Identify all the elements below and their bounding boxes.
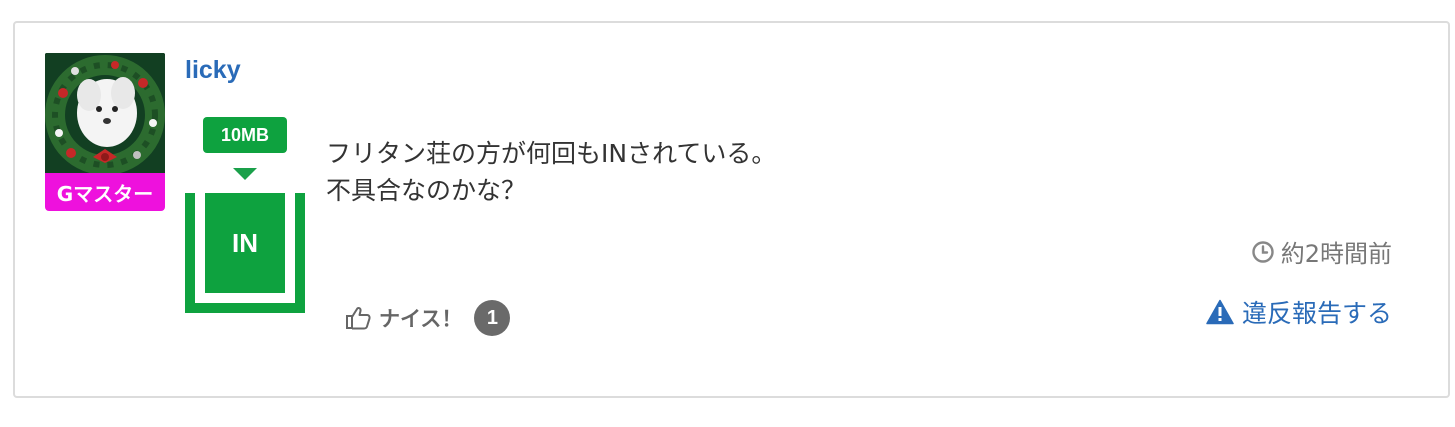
nice-label: ナイス！	[379, 307, 463, 331]
post-message: フリタン荘の方が何回もINされている。 不具合なのかな？	[326, 135, 776, 209]
timestamp-text: 約2時間前	[1280, 240, 1392, 268]
post-timestamp: 約2時間前	[1251, 234, 1392, 269]
data-size-badge: 10MB	[203, 117, 287, 153]
message-line: フリタン荘の方が何回もINされている。	[326, 139, 777, 168]
warning-icon	[1206, 299, 1234, 325]
arrow-down-icon	[233, 168, 257, 180]
nice-button[interactable]: ナイス！ 1	[345, 300, 511, 336]
rank-badge: Gマスター	[45, 173, 165, 211]
thumbs-up-icon	[346, 306, 371, 330]
username-link[interactable]: licky	[185, 56, 241, 85]
nice-count-badge: 1	[474, 300, 511, 336]
dog-wreath-image	[45, 53, 165, 173]
clock-icon	[1252, 240, 1274, 263]
status-gauge: IN	[185, 193, 305, 313]
report-label: 違反報告する	[1241, 299, 1392, 328]
message-line: 不具合なのかな？	[326, 176, 527, 205]
report-link[interactable]: 違反報告する	[1206, 294, 1392, 330]
status-label: IN	[232, 227, 258, 258]
status-gauge-fill: IN	[205, 193, 285, 293]
user-avatar[interactable]	[45, 53, 165, 173]
